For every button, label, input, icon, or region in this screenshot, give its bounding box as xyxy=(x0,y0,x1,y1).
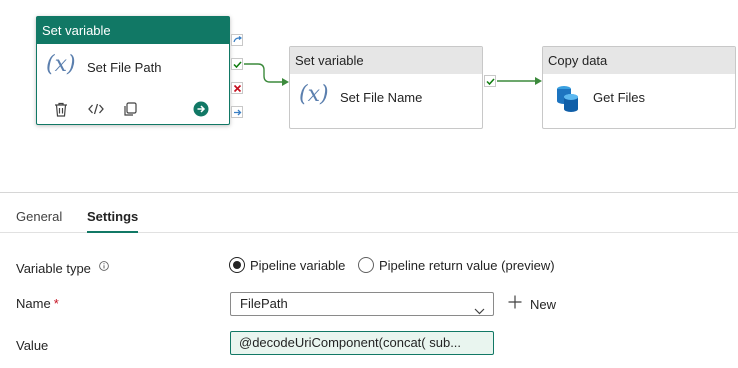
required-indicator: * xyxy=(53,296,59,311)
success-port[interactable] xyxy=(231,58,243,70)
radio-pipeline-variable[interactable]: Pipeline variable xyxy=(229,257,345,273)
copy-icon[interactable] xyxy=(121,100,139,118)
radio-pipeline-return-value[interactable]: Pipeline return value (preview) xyxy=(358,257,555,273)
plus-icon xyxy=(508,295,522,314)
activity-label: Set File Path xyxy=(87,60,162,75)
new-button-label: New xyxy=(530,296,557,312)
tab-settings[interactable]: Settings xyxy=(87,209,138,224)
radio-button-checked[interactable] xyxy=(229,257,245,273)
code-icon[interactable] xyxy=(87,100,105,118)
activity-actions xyxy=(37,94,229,124)
pipeline-canvas[interactable]: Set variable (x) Set File Path Set varia… xyxy=(0,0,738,192)
success-port[interactable] xyxy=(484,75,496,87)
info-icon[interactable] xyxy=(98,259,109,271)
radio-button-unchecked[interactable] xyxy=(358,257,374,273)
connection-line-1 xyxy=(244,63,282,83)
name-label: Name * xyxy=(16,296,59,311)
chevron-down-icon xyxy=(474,300,485,322)
activity-body: (x) Set File Name xyxy=(290,74,482,124)
value-label: Value xyxy=(16,338,49,353)
activity-label: Set File Name xyxy=(340,90,423,105)
activity-header: Set variable xyxy=(37,17,229,44)
variable-icon: (x) xyxy=(299,82,329,107)
connection-arrow-2 xyxy=(535,77,542,85)
activity-label: Get Files xyxy=(593,90,646,105)
pipeline-editor: Set variable (x) Set File Path Set varia… xyxy=(0,0,738,368)
connection-arrow-1 xyxy=(282,78,289,86)
failure-port[interactable] xyxy=(231,82,243,94)
activity-get-files[interactable]: Copy data Get Files xyxy=(542,46,736,129)
variable-icon: (x) xyxy=(46,52,76,77)
copy-data-icon xyxy=(555,85,581,118)
skip-port[interactable] xyxy=(231,34,243,46)
properties-tabs: General Settings xyxy=(0,193,738,233)
name-label-text: Name xyxy=(16,296,51,311)
value-expression-input[interactable]: @decodeUriComponent(concat( sub... xyxy=(230,331,494,355)
radio-label: Pipeline variable xyxy=(250,257,346,273)
name-select[interactable]: FilePath xyxy=(230,292,494,316)
activity-set-file-path[interactable]: Set variable (x) Set File Path xyxy=(36,16,230,125)
activity-header: Set variable xyxy=(290,47,482,74)
radio-label: Pipeline return value (preview) xyxy=(379,257,555,273)
name-select-value: FilePath xyxy=(240,296,288,311)
variable-type-label: Variable type xyxy=(16,259,109,276)
tab-general[interactable]: General xyxy=(16,209,62,224)
completion-port[interactable] xyxy=(231,106,243,118)
activity-body: (x) Set File Path xyxy=(37,44,229,94)
variable-type-label-text: Variable type xyxy=(16,261,91,276)
active-tab-indicator xyxy=(87,231,138,233)
delete-icon[interactable] xyxy=(52,100,70,118)
run-icon[interactable] xyxy=(192,100,210,118)
activity-set-file-name[interactable]: Set variable (x) Set File Name xyxy=(289,46,483,129)
new-variable-button[interactable]: New xyxy=(508,293,556,315)
activity-header: Copy data xyxy=(543,47,735,74)
activity-body: Get Files xyxy=(543,74,735,124)
